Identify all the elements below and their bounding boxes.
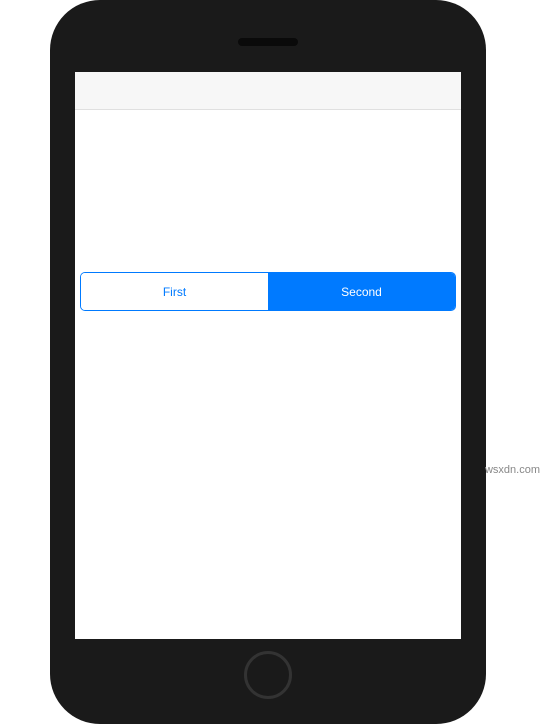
content-area: First Second bbox=[75, 272, 461, 311]
navigation-bar bbox=[75, 72, 461, 110]
segment-second[interactable]: Second bbox=[268, 273, 455, 310]
segment-label: Second bbox=[341, 285, 382, 299]
phone-speaker bbox=[238, 38, 298, 46]
segment-label: First bbox=[163, 285, 186, 299]
app-screen: First Second bbox=[75, 72, 461, 639]
phone-inner: First Second bbox=[60, 10, 476, 714]
segmented-control[interactable]: First Second bbox=[80, 272, 456, 311]
phone-frame: First Second bbox=[50, 0, 486, 724]
segment-first[interactable]: First bbox=[81, 273, 268, 310]
home-button[interactable] bbox=[244, 651, 292, 699]
watermark-text: wsxdn.com bbox=[485, 464, 540, 476]
